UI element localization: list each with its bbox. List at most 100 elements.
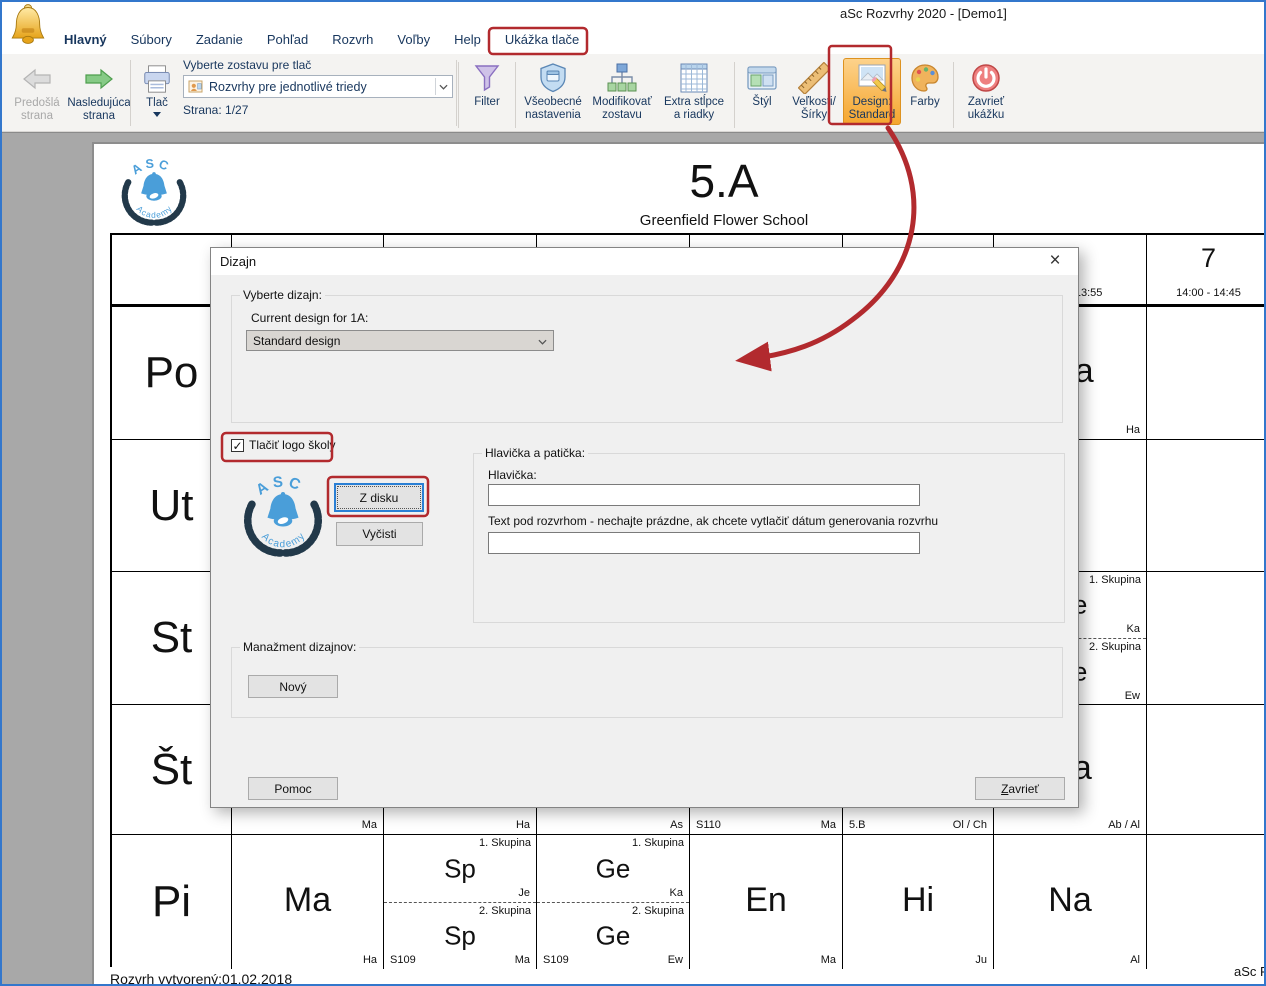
- teacher: Ha: [1126, 424, 1140, 436]
- general-settings-button[interactable]: Všeobecné nastavenia: [520, 58, 586, 125]
- chevron-down-icon[interactable]: [435, 78, 450, 95]
- group-label: 1. Skupina: [632, 837, 684, 849]
- teacher: Ma: [821, 954, 836, 966]
- timetable-cell: Hi Ju: [843, 835, 994, 969]
- previous-page-label: Predošlá strana: [9, 97, 65, 123]
- page-status: Strana: 1/27: [183, 103, 453, 117]
- sizes-widths-button[interactable]: Veľkosti/Šírky: [785, 58, 843, 125]
- design-select[interactable]: Standard design: [246, 330, 554, 351]
- subject: Sp: [384, 853, 536, 884]
- from-disk-label: Z disku: [336, 491, 422, 505]
- subject: Ge: [537, 853, 689, 884]
- app-window: aSc Rozvrhy 2020 - [Demo1] HlavnýSúboryZ…: [0, 0, 1266, 986]
- subject: Hi: [843, 881, 993, 920]
- timetable-cell: 1. SkupinaSpJe2. SkupinaSpS109Ma: [384, 835, 537, 969]
- bell-icon[interactable]: [10, 3, 46, 47]
- design-standard-button[interactable]: Design: Standard: [843, 58, 901, 125]
- filter-label: Filter: [474, 96, 500, 109]
- teacher: Ew: [668, 954, 683, 966]
- teacher: Ha: [363, 954, 377, 966]
- group-label: 2. Skupina: [479, 905, 531, 917]
- teacher: Ka: [1127, 623, 1140, 635]
- teacher: Ka: [670, 887, 683, 899]
- modify-report-button[interactable]: Modifikovať zostavu: [586, 58, 658, 125]
- close-icon[interactable]: ×: [1040, 249, 1070, 273]
- clear-logo-label: Vyčisti: [337, 527, 422, 541]
- help-button[interactable]: Pomoc: [248, 777, 338, 800]
- timetable-cell: EnMa: [690, 835, 843, 969]
- ribbon: Predošlá strana Nasledujúca strana Tlač …: [2, 54, 1264, 132]
- new-design-button[interactable]: Nový: [248, 675, 338, 698]
- generated-date: Rozvrh vytvorený:01.02.2018: [110, 971, 292, 986]
- report-select[interactable]: Rozvrhy pre jednotlivé triedy: [183, 75, 453, 98]
- design-select-value: Standard design: [253, 334, 340, 348]
- menu-item-help[interactable]: Help: [442, 27, 493, 52]
- teacher: Je: [518, 887, 530, 899]
- next-page-button[interactable]: Nasledujúca strana: [66, 59, 132, 126]
- new-design-label: Nový: [249, 680, 337, 694]
- menu-item-hlavny[interactable]: Hlavný: [52, 27, 119, 52]
- arrow-right-icon: [82, 62, 116, 96]
- dialog-title: Dizajn: [220, 254, 256, 269]
- timetable-cell: [1147, 705, 1266, 835]
- clear-logo-button[interactable]: Vyčisti: [336, 522, 423, 546]
- subject: Na: [994, 881, 1146, 920]
- menu-item-rozvrh[interactable]: Rozvrh: [320, 27, 385, 52]
- design-management-label: Manažment dizajnov:: [240, 640, 359, 654]
- menu-item-ukazka-tlace[interactable]: Ukážka tlače: [493, 27, 591, 52]
- lesson-group: 1. SkupinaSpJe: [384, 835, 536, 902]
- colors-button[interactable]: Farby: [901, 58, 949, 112]
- window-title: aSc Rozvrhy 2020 - [Demo1]: [840, 6, 1007, 21]
- teacher: Ew: [1125, 690, 1140, 702]
- filter-button[interactable]: Filter: [463, 58, 511, 112]
- menu-item-subory[interactable]: Súbory: [119, 27, 184, 52]
- timetable-cell: [1147, 572, 1266, 705]
- timetable-cell: 714:00 - 14:45: [1147, 235, 1266, 307]
- footer-input[interactable]: [488, 532, 920, 554]
- previous-page-button[interactable]: Predošlá strana: [8, 59, 66, 126]
- teacher: Ju: [975, 954, 987, 966]
- design-image-icon: [855, 61, 889, 95]
- sizes-widths-label: Veľkosti/Šírky: [786, 96, 842, 122]
- period-number: 7: [1147, 243, 1266, 274]
- timetable-cell: [1147, 440, 1266, 572]
- report-select-value: Rozvrhy pre jednotlivé triedy: [209, 80, 435, 94]
- ribbon-separator: [458, 62, 459, 128]
- extra-columns-rows-button[interactable]: Extra stĺpce a riadky: [658, 58, 730, 125]
- asc-watermark: aSc Ro: [1234, 964, 1266, 979]
- print-logo-checkbox[interactable]: ✓ Tlačiť logo školy: [231, 438, 336, 452]
- lesson-group: 2. SkupinaGeS109Ew: [537, 902, 689, 969]
- from-disk-button[interactable]: Z disku: [334, 483, 424, 512]
- menu-item-volby[interactable]: Voľby: [385, 27, 442, 52]
- report-picker-label: Vyberte zostavu pre tlač: [183, 58, 453, 72]
- menu-item-zadanie[interactable]: Zadanie: [184, 27, 255, 52]
- print-button[interactable]: Tlač: [135, 59, 179, 120]
- school-logo: ASCAcademy: [118, 153, 190, 231]
- school-logo-preview: ASCAcademy: [241, 468, 325, 564]
- checkbox-check-icon: ✓: [231, 439, 244, 452]
- header-input[interactable]: [488, 484, 920, 506]
- style-button[interactable]: Štýl: [739, 58, 785, 112]
- close-preview-button[interactable]: Zavrieť ukážku: [958, 58, 1014, 125]
- dialog-close-button[interactable]: Zavrieť: [975, 777, 1065, 800]
- next-page-label: Nasledujúca strana: [67, 97, 131, 123]
- header-field-label: Hlavička:: [488, 468, 537, 482]
- room: S110: [696, 819, 721, 831]
- ribbon-separator: [515, 62, 516, 128]
- menu-item-pohlad[interactable]: Pohľad: [255, 27, 320, 52]
- modify-report-label: Modifikovať zostavu: [592, 96, 651, 122]
- report-icon: [188, 79, 204, 95]
- chevron-down-icon: [153, 112, 161, 117]
- power-icon: [969, 61, 1003, 95]
- class-title: 5.A: [689, 154, 758, 208]
- lesson-group: 1. Skupina Ge Ka: [537, 835, 689, 902]
- design-standard-label: Design: Standard: [849, 96, 896, 122]
- print-group: Tlač: [135, 59, 179, 120]
- ribbon-separator: [734, 62, 735, 128]
- group-label: 1. Skupina: [1089, 574, 1141, 586]
- timetable-cell: [1147, 835, 1266, 969]
- teacher: Al: [1130, 954, 1140, 966]
- shield-icon: [536, 61, 570, 95]
- dialog-titlebar[interactable]: Dizajn ×: [211, 248, 1078, 275]
- group-label: 2. Skupina: [1089, 641, 1141, 653]
